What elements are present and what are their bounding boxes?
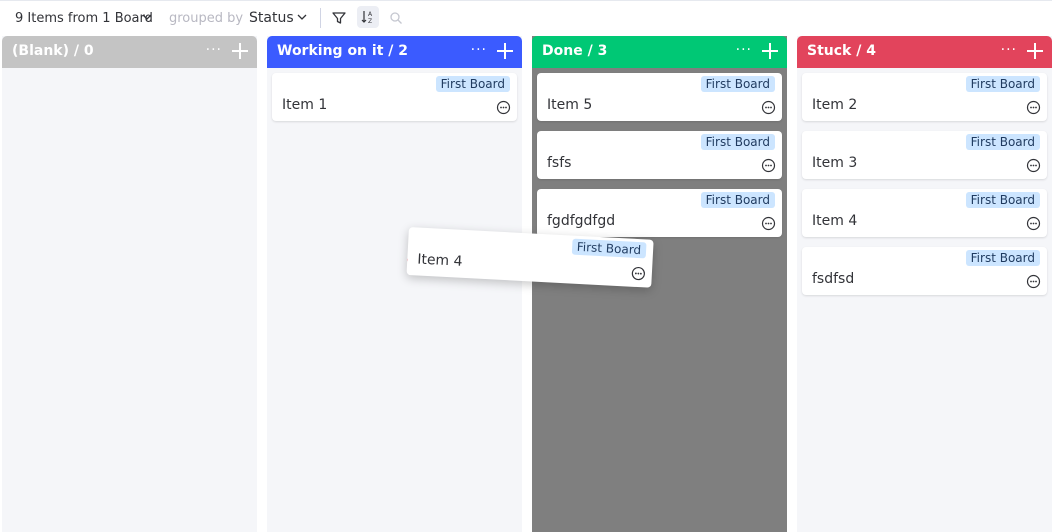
add-update-icon[interactable] <box>761 100 776 115</box>
add-update-icon[interactable] <box>1026 216 1041 231</box>
group-column: Working on it / 2 ··· First Board Item 1 <box>267 36 522 532</box>
add-update-icon[interactable] <box>630 266 646 282</box>
add-update-icon[interactable] <box>1026 158 1041 173</box>
search-icon[interactable] <box>389 11 403 25</box>
item-card[interactable]: First Board Item 1 <box>272 73 517 121</box>
add-item-icon[interactable] <box>1027 43 1043 59</box>
card-name: Item 1 <box>282 97 328 113</box>
add-update-icon[interactable] <box>1026 274 1041 289</box>
card-name: fgdfgdfgd <box>547 213 616 229</box>
board-toolbar: 9 Items from 1 Board grouped by Status A… <box>0 4 1052 34</box>
board-badge: First Board <box>700 76 775 92</box>
more-options-icon[interactable]: ··· <box>736 42 752 58</box>
board-badge: First Board <box>435 76 510 92</box>
group-by-dropdown[interactable]: Status <box>249 10 294 26</box>
card-name: Item 3 <box>812 155 858 171</box>
group-column-header: (Blank) / 0 ··· <box>2 36 257 68</box>
group-title[interactable]: Working on it / 2 <box>277 43 408 59</box>
item-card[interactable]: First Board Item 4 <box>802 189 1047 237</box>
card-name: fsdfsd <box>812 271 855 287</box>
toolbar-divider <box>320 8 321 28</box>
card-name: Item 5 <box>547 97 593 113</box>
card-name: Item 4 <box>812 213 858 229</box>
add-item-icon[interactable] <box>762 43 778 59</box>
item-card[interactable]: First Board fsfs <box>537 131 782 179</box>
add-update-icon[interactable] <box>761 158 776 173</box>
group-title[interactable]: (Blank) / 0 <box>12 43 94 59</box>
item-card[interactable]: First Board fsdfsd <box>802 247 1047 295</box>
card-name: fsfs <box>547 155 572 171</box>
filter-icon[interactable] <box>331 10 347 26</box>
group-column-header: Working on it / 2 ··· <box>267 36 522 68</box>
chevron-down-icon[interactable] <box>142 11 152 25</box>
board-badge: First Board <box>965 134 1040 150</box>
board-badge: First Board <box>965 192 1040 208</box>
board-badge: First Board <box>965 76 1040 92</box>
grouped-by-label: grouped by <box>169 11 244 26</box>
group-column-header: Stuck / 4 ··· <box>797 36 1052 68</box>
sort-icon[interactable]: A Z <box>357 6 379 28</box>
group-title[interactable]: Done / 3 <box>542 43 607 59</box>
svg-text:A: A <box>368 11 373 18</box>
more-options-icon[interactable]: ··· <box>471 42 487 58</box>
group-column: Done / 3 ··· First Board Item 5 First Board f… <box>532 36 787 532</box>
more-options-icon[interactable]: ··· <box>1001 42 1017 58</box>
group-title[interactable]: Stuck / 4 <box>807 43 876 59</box>
board-badge: First Board <box>965 250 1040 266</box>
card-name: Item 4 <box>416 251 463 270</box>
chevron-down-icon[interactable] <box>297 11 307 25</box>
add-item-icon[interactable] <box>497 43 513 59</box>
item-card[interactable]: First Board Item 5 <box>537 73 782 121</box>
item-card[interactable]: First Board fgdfgdfgd <box>537 189 782 237</box>
card-name: Item 2 <box>812 97 858 113</box>
board-badge: First Board <box>700 192 775 208</box>
add-update-icon[interactable] <box>496 100 511 115</box>
board-badge: First Board <box>700 134 775 150</box>
svg-text:Z: Z <box>368 18 372 25</box>
group-column-header: Done / 3 ··· <box>532 36 787 68</box>
item-card[interactable]: First Board Item 2 <box>802 73 1047 121</box>
add-item-icon[interactable] <box>232 43 248 59</box>
group-column: Stuck / 4 ··· First Board Item 2 First Board… <box>797 36 1052 532</box>
add-update-icon[interactable] <box>761 216 776 231</box>
add-update-icon[interactable] <box>1026 100 1041 115</box>
items-summary-dropdown[interactable]: 9 Items from 1 Board <box>15 11 153 26</box>
group-column: (Blank) / 0 ··· <box>2 36 257 532</box>
more-options-icon[interactable]: ··· <box>206 42 222 58</box>
item-card[interactable]: First Board Item 3 <box>802 131 1047 179</box>
board-badge: First Board <box>571 238 647 259</box>
